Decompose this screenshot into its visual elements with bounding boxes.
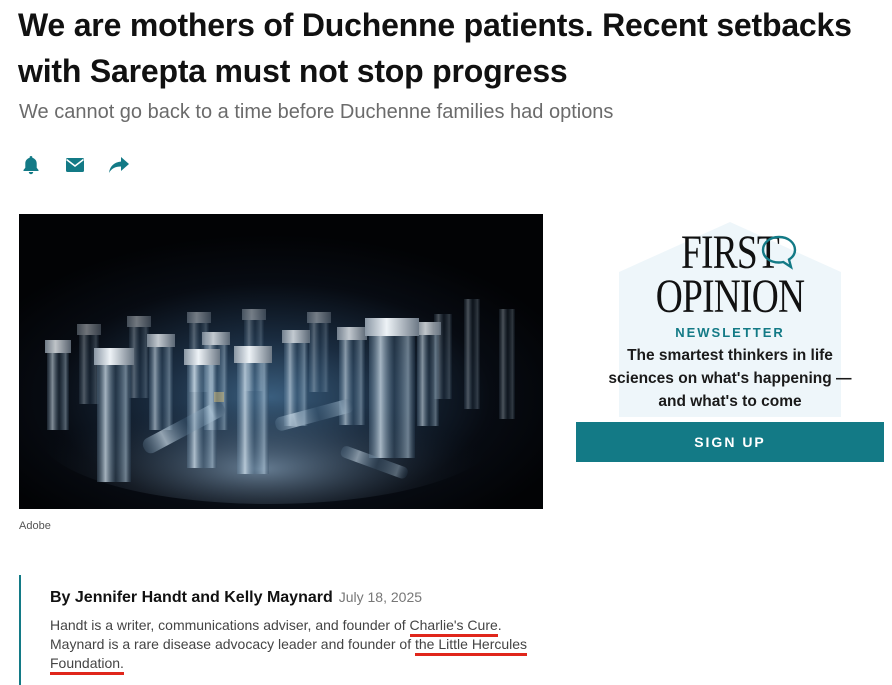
speech-bubble-icon	[761, 235, 797, 270]
bell-icon[interactable]	[18, 154, 44, 176]
newsletter-label: NEWSLETTER	[675, 325, 785, 340]
hero-image	[19, 214, 543, 509]
sign-up-button[interactable]: SIGN UP	[576, 422, 884, 462]
newsletter-description: The smartest thinkers in life sciences o…	[608, 347, 852, 410]
byline-authors[interactable]: By Jennifer Handt and Kelly Maynard	[50, 589, 333, 606]
share-icon[interactable]	[106, 154, 132, 176]
author-box: By Jennifer Handt and Kelly Maynard July …	[19, 575, 539, 685]
newsletter-widget: FIRST OPINION NEWSLETTER The smartest th…	[576, 222, 884, 462]
publish-date: July 18, 2025	[338, 589, 423, 605]
article-headline: We are mothers of Duchenne patients. Rec…	[18, 7, 852, 89]
email-icon[interactable]	[62, 154, 88, 176]
vials-illustration	[39, 299, 515, 504]
share-toolbar	[18, 154, 132, 176]
article-dek: We cannot go back to a time before Duche…	[19, 101, 614, 123]
charlies-cure-link[interactable]: Charlie's Cure	[409, 617, 498, 637]
logo-opinion: OPINION	[655, 270, 805, 323]
image-caption: Adobe	[19, 520, 51, 532]
byline: By Jennifer Handt and Kelly Maynard July …	[50, 589, 539, 607]
bio-text-1: Handt is a writer, communications advise…	[50, 617, 410, 633]
author-bio: Handt is a writer, communications advise…	[50, 616, 539, 675]
